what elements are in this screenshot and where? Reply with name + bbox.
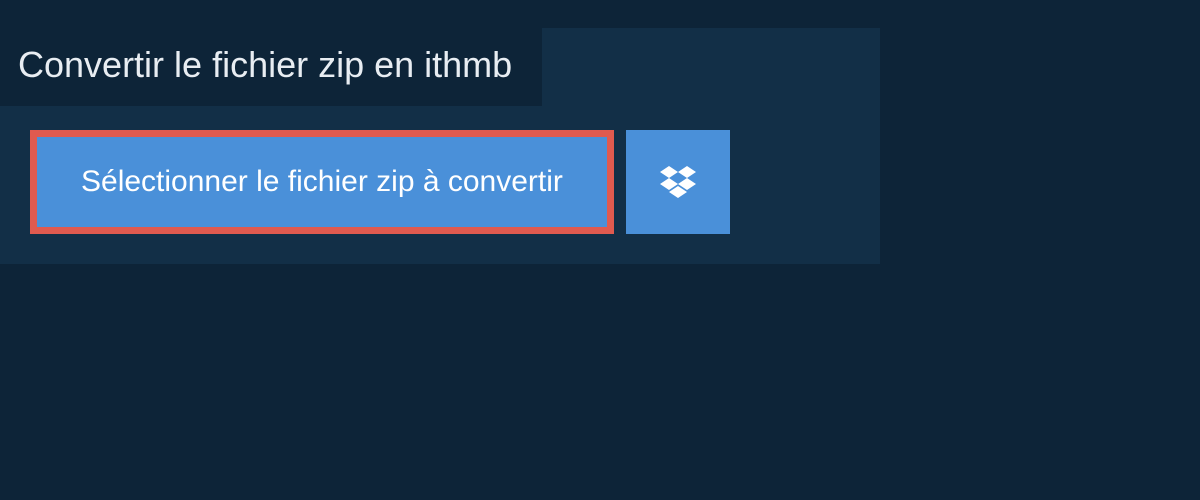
select-file-label: Sélectionner le fichier zip à convertir [81, 165, 563, 199]
select-file-button[interactable]: Sélectionner le fichier zip à convertir [30, 130, 614, 234]
button-row: Sélectionner le fichier zip à convertir [0, 106, 880, 234]
converter-panel: Convertir le fichier zip en ithmb Sélect… [0, 28, 880, 264]
dropbox-button[interactable] [626, 130, 730, 234]
dropbox-icon [660, 166, 696, 198]
page-title: Convertir le fichier zip en ithmb [0, 28, 542, 106]
